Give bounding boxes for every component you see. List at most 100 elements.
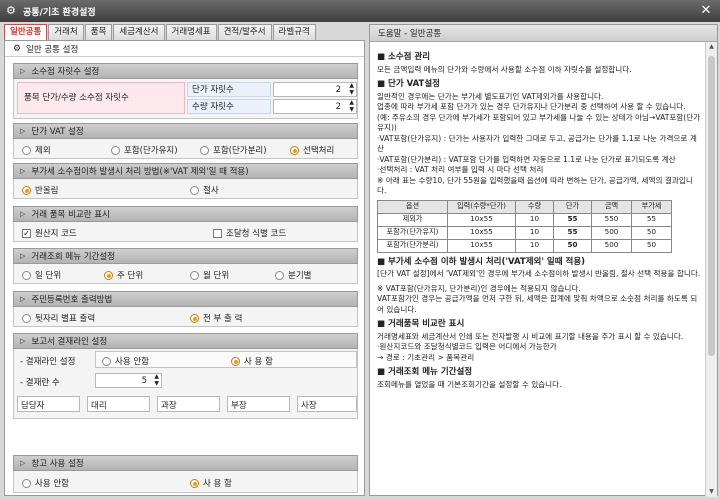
help-text: ※ VAT포함(단가유지, 단가분리)인 경우에는 적용되지 않습니다. bbox=[377, 283, 581, 293]
approval-role-input[interactable]: 부장 bbox=[227, 396, 290, 412]
vat-radio-keep[interactable]: 포함(단가유지) bbox=[111, 144, 178, 156]
table-header: 단가 bbox=[553, 199, 592, 214]
section-header[interactable]: ▷ 보고서 결재라인 설정 bbox=[13, 333, 358, 349]
origin-code-checkbox[interactable]: ✓ 원산지 코드 bbox=[22, 227, 77, 239]
rounding-radio-round[interactable]: 반올림 bbox=[22, 184, 58, 196]
vat-radio-split[interactable]: 포함(단가분리) bbox=[200, 144, 267, 156]
section-header[interactable]: ▷ 부가세 소수점이하 발생시 처리 방법(※'VAT 제외'일 때 적용) bbox=[13, 163, 358, 179]
heading-text: 부가세 소수점 이하 발생시 처리('VAT제외' 일때 적용) bbox=[388, 256, 586, 267]
tab-clients[interactable]: 거래처 bbox=[48, 24, 84, 40]
table-cell: 10x55 bbox=[447, 225, 516, 240]
radio-icon bbox=[190, 270, 199, 280]
vat-radio-select[interactable]: 선택처리 bbox=[290, 144, 334, 156]
spin-icon[interactable]: ▲ ▼ bbox=[349, 82, 354, 96]
rounding-radio-truncate[interactable]: 절사 bbox=[190, 184, 219, 196]
resident-radio-mask[interactable]: 뒷자리 별표 출력 bbox=[22, 312, 95, 324]
section-title: 창고 사용 설정 bbox=[31, 459, 84, 469]
approval-radio-on[interactable]: 사 용 함 bbox=[231, 355, 273, 367]
section-header[interactable]: ▷ 거래조회 메뉴 기간설정 bbox=[13, 248, 358, 264]
section-body: 반올림 절사 bbox=[13, 179, 358, 199]
triangle-right-icon: ▷ bbox=[20, 210, 26, 218]
section-header[interactable]: ▷ 소수점 자릿수 설정 bbox=[13, 63, 358, 79]
radio-icon bbox=[275, 270, 284, 280]
section-title: 단가 VAT 설정 bbox=[31, 127, 84, 137]
section-body: 뒷자리 별표 출력 전 부 출 력 bbox=[13, 307, 358, 327]
table-cell: 50 bbox=[631, 238, 672, 253]
approval-role-input[interactable]: 대리 bbox=[87, 396, 150, 412]
help-scrollbar[interactable]: ▲ ▼ bbox=[705, 42, 717, 497]
approval-count-value: 5 bbox=[141, 376, 147, 386]
help-text: VAT포함가인 경우는 공급가액을 먼저 구한 뒤, 세액은 합계에 맞춰 차액… bbox=[377, 294, 698, 314]
scroll-thumb[interactable] bbox=[708, 56, 715, 356]
section-body: 품목 단가/수량 소수점 자릿수 단가 자릿수 수량 자릿수 2 ▲ ▼ 2 ▲ ▼ bbox=[13, 79, 358, 119]
vat-section: ▷ 단가 VAT 설정 제외 포함(단가유지) 포함(단가분리) 선택처리 bbox=[13, 123, 358, 159]
procurement-code-checkbox[interactable]: 조달청 식별 코드 bbox=[213, 227, 286, 239]
radio-label: 포함(단가유지) bbox=[124, 146, 178, 156]
approval-radio-off[interactable]: 사용 안함 bbox=[102, 355, 149, 367]
unit-digits-stepper[interactable]: 2 ▲ ▼ bbox=[273, 82, 357, 97]
scroll-up-icon[interactable]: ▲ bbox=[706, 42, 717, 52]
scroll-down-icon[interactable]: ▼ bbox=[706, 487, 717, 497]
title-bar: ⚙ 공통/기초 환경설정 ✕ bbox=[0, 0, 720, 22]
vat-example-table: 옵션 입력(수량*단가) 수량 단가 금액 부가세 제외가 10x55 10 55 55… bbox=[377, 199, 672, 253]
help-heading: ■ 소수점 관리 bbox=[377, 52, 431, 62]
unit-digits-value: 2 bbox=[335, 85, 341, 95]
radio-selected-icon bbox=[190, 478, 199, 488]
warehouse-radio-off[interactable]: 사용 안함 bbox=[22, 477, 69, 489]
tab-items[interactable]: 품목 bbox=[84, 24, 113, 40]
tab-tax-invoice[interactable]: 세금계산서 bbox=[113, 24, 165, 40]
approval-role-input[interactable]: 사장 bbox=[297, 396, 357, 412]
section-header[interactable]: ▷ 주민등록번호 출력방법 bbox=[13, 291, 358, 307]
tab-label[interactable]: 라벨규격 bbox=[272, 24, 316, 40]
radio-icon bbox=[190, 185, 199, 195]
resident-radio-full[interactable]: 전 부 출 력 bbox=[190, 312, 242, 324]
spin-icon[interactable]: ▲ ▼ bbox=[154, 373, 159, 387]
period-radio-day[interactable]: 일 단위 bbox=[22, 269, 61, 281]
section-header[interactable]: ▷ 창고 사용 설정 bbox=[13, 455, 358, 471]
decimal-section: ▷ 소수점 자릿수 설정 품목 단가/수량 소수점 자릿수 단가 자릿수 수량 자… bbox=[13, 63, 358, 119]
help-text: ·VAT포함(단가분리) : VAT포함 단가를 입력하면 자동으로 1.1로 … bbox=[377, 154, 676, 164]
unit-digits-label: 단가 자릿수 bbox=[187, 82, 271, 97]
period-radio-week[interactable]: 주 단위 bbox=[104, 269, 143, 281]
section-title: 주민등록번호 출력방법 bbox=[31, 295, 113, 305]
triangle-right-icon: ▷ bbox=[20, 67, 26, 75]
radio-label: 반올림 bbox=[35, 186, 59, 196]
tab-general[interactable]: 일반공통 bbox=[4, 24, 48, 40]
approval-radio-group: 사용 안함 사 용 함 bbox=[95, 351, 357, 368]
tab-statement[interactable]: 거래명세표 bbox=[165, 24, 217, 40]
vat-radio-exclude[interactable]: 제외 bbox=[22, 144, 51, 156]
warehouse-radio-on[interactable]: 사 용 함 bbox=[190, 477, 232, 489]
section-body: 사용 안함 사 용 함 bbox=[13, 471, 358, 493]
radio-label: 주 단위 bbox=[117, 271, 144, 281]
warehouse-section: ▷ 창고 사용 설정 사용 안함 사 용 함 bbox=[13, 455, 358, 493]
section-header[interactable]: ▷ 단가 VAT 설정 bbox=[13, 123, 358, 139]
radio-label: 일 단위 bbox=[35, 271, 62, 281]
decimal-label: 품목 단가/수량 소수점 자릿수 bbox=[17, 82, 185, 114]
gear-icon: ⚙ bbox=[6, 4, 16, 17]
spin-icon[interactable]: ▲ ▼ bbox=[349, 99, 354, 113]
approval-role-input[interactable]: 담당자 bbox=[17, 396, 80, 412]
tab-quote-order[interactable]: 견적/발주서 bbox=[217, 24, 272, 40]
section-body: - 결재라인 설정 사용 안함 사 용 함 - 결재란 수 5 ▲ ▼ 담당자 대… bbox=[13, 349, 358, 419]
close-button[interactable]: ✕ bbox=[698, 3, 714, 19]
radio-icon bbox=[22, 145, 31, 155]
checkmark-icon: ✓ bbox=[22, 228, 31, 238]
table-cell: 10 bbox=[515, 212, 554, 227]
section-header[interactable]: ▷ 거래 품목 비교란 표시 bbox=[13, 206, 358, 222]
table-cell: 55 bbox=[553, 212, 592, 227]
radio-label: 사용 안함 bbox=[115, 357, 149, 367]
approval-count-stepper[interactable]: 5 ▲ ▼ bbox=[95, 373, 162, 388]
section-title: 거래 품목 비교란 표시 bbox=[31, 210, 110, 220]
table-header: 옵션 bbox=[377, 199, 448, 214]
period-radio-month[interactable]: 월 단위 bbox=[190, 269, 229, 281]
help-text: 업종에 따라 부가세 포함 단가가 있는 경우 단가유지나 단가분리 중 선택하… bbox=[377, 102, 686, 111]
period-radio-quarter[interactable]: 분기별 bbox=[275, 269, 311, 281]
help-text: 조회메뉴를 열었을 때 기본조회기간을 설정할 수 있습니다. bbox=[377, 379, 562, 389]
table-header: 금액 bbox=[591, 199, 632, 214]
qty-digits-stepper[interactable]: 2 ▲ ▼ bbox=[273, 99, 357, 114]
rounding-section: ▷ 부가세 소수점이하 발생시 처리 방법(※'VAT 제외'일 때 적용) 반올… bbox=[13, 163, 358, 199]
approval-role-input[interactable]: 과장 bbox=[157, 396, 220, 412]
table-cell: 포함가(단가유지) bbox=[377, 225, 448, 240]
table-row: 제외가 10x55 10 55 550 55 bbox=[377, 212, 672, 227]
table-header: 입력(수량*단가) bbox=[447, 199, 516, 214]
